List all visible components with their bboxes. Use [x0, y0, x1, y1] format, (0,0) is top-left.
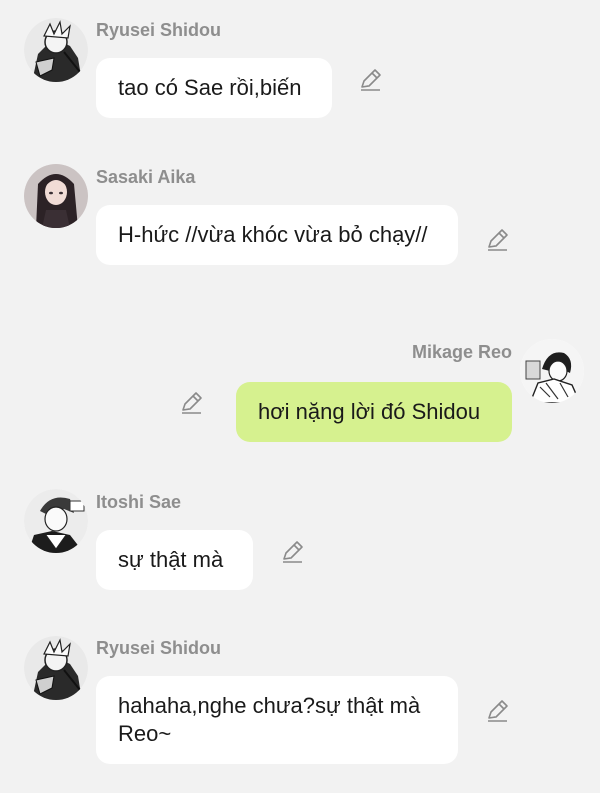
avatar-ryusei-shidou[interactable] — [24, 18, 88, 82]
message-bubble[interactable]: H-hức //vừa khóc vừa bỏ chạy// — [96, 205, 458, 265]
sender-name: Itoshi Sae — [96, 492, 182, 512]
sender-name: Mikage Reo — [411, 342, 512, 362]
pencil-icon[interactable] — [358, 67, 384, 93]
pencil-icon[interactable] — [179, 390, 205, 416]
sender-name: Ryusei Shidou — [96, 20, 222, 40]
avatar-ryusei-shidou[interactable] — [24, 636, 88, 700]
message-bubble[interactable]: sự thật mà — [96, 530, 253, 590]
sender-name: Sasaki Aika — [96, 167, 196, 187]
message-bubble[interactable]: hahaha,nghe chưa?sự thật mà Reo~ — [96, 676, 458, 764]
avatar-sasaki-aika[interactable] — [24, 164, 88, 228]
avatar-itoshi-sae[interactable] — [24, 489, 88, 553]
pencil-icon[interactable] — [485, 227, 511, 253]
message-bubble[interactable]: tao có Sae rồi,biến — [96, 58, 332, 118]
message-bubble[interactable]: hơi nặng lời đó Shidou — [236, 382, 512, 442]
pencil-icon[interactable] — [280, 539, 306, 565]
sender-name: Ryusei Shidou — [96, 638, 222, 658]
chat-thread: Ryusei Shidou tao có Sae rồi,biến Sasaki… — [0, 0, 600, 793]
avatar-mikage-reo[interactable] — [520, 339, 584, 403]
pencil-icon[interactable] — [485, 698, 511, 724]
